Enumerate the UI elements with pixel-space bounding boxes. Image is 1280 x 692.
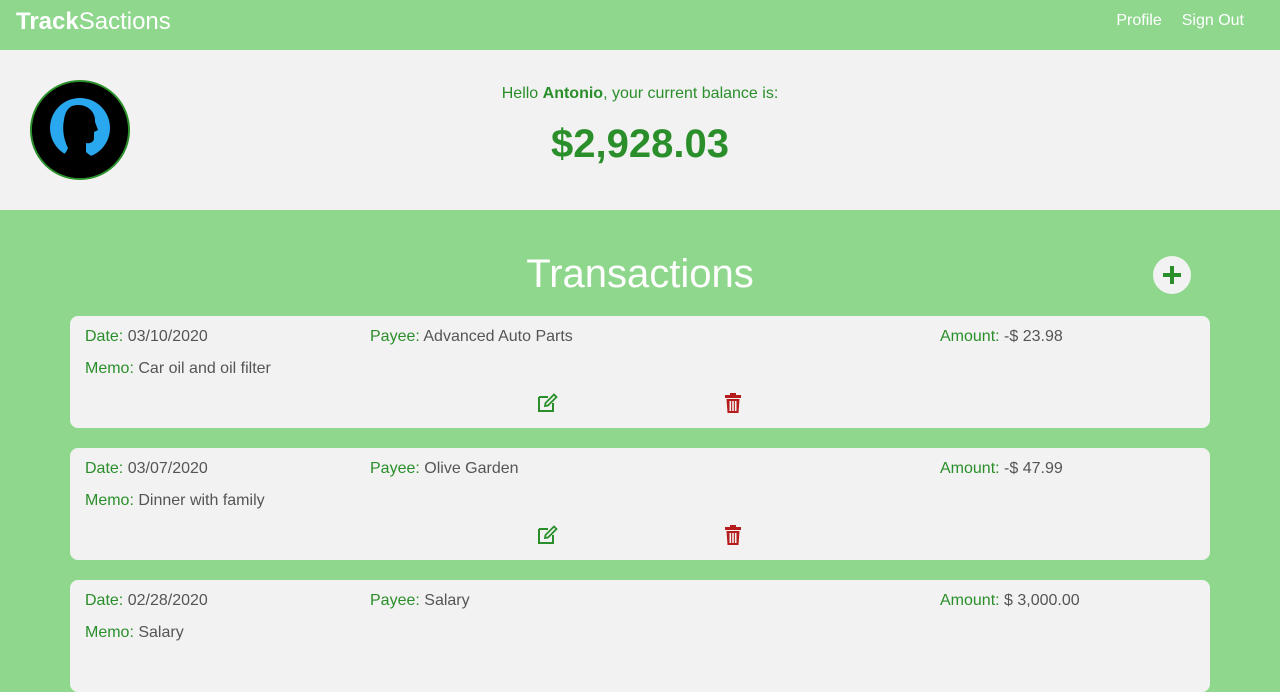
edit-button[interactable] [536, 524, 558, 546]
amount-label: Amount: [940, 460, 1000, 477]
sign-out-link[interactable]: Sign Out [1182, 12, 1244, 30]
payee-label: Payee: [370, 460, 420, 477]
amount-field: Amount: -$ 23.98 [940, 328, 1063, 346]
nav-links: Profile Sign Out [1116, 12, 1244, 30]
trash-icon [725, 393, 741, 413]
edit-icon [538, 525, 558, 544]
transaction-card: Date: 02/28/2020 Payee: Salary Amount: $… [70, 580, 1210, 692]
amount-field: Amount: -$ 47.99 [940, 460, 1063, 478]
brand-logo[interactable]: TrackSactions [16, 8, 171, 36]
balance-amount: $2,928.03 [551, 122, 729, 166]
amount-value: -$ 23.98 [1004, 328, 1063, 345]
memo-value: Dinner with family [138, 492, 265, 509]
payee-label: Payee: [370, 592, 420, 609]
amount-field: Amount: $ 3,000.00 [940, 592, 1080, 610]
edit-button[interactable] [536, 392, 558, 414]
amount-value: -$ 47.99 [1004, 460, 1063, 477]
greeting-suffix: , your current balance is: [603, 85, 779, 102]
amount-label: Amount: [940, 328, 1000, 345]
date-value: 02/28/2020 [127, 592, 208, 609]
date-label: Date: [85, 592, 124, 609]
memo-label: Memo: [85, 360, 134, 377]
account-header: Hello Antonio, your current balance is: … [0, 50, 1280, 210]
date-field: Date: 03/07/2020 [85, 460, 208, 478]
date-label: Date: [85, 328, 124, 345]
memo-value: Car oil and oil filter [138, 360, 271, 377]
amount-label: Amount: [940, 592, 1000, 609]
payee-field: Payee: Advanced Auto Parts [370, 328, 573, 346]
greeting-prefix: Hello [501, 85, 543, 102]
date-label: Date: [85, 460, 124, 477]
memo-label: Memo: [85, 492, 134, 509]
brand-rest: Sactions [78, 8, 171, 35]
date-value: 03/07/2020 [127, 460, 208, 477]
transaction-card: Date: 03/07/2020 Payee: Olive Garden Amo… [70, 448, 1210, 560]
memo-field: Memo: Car oil and oil filter [85, 360, 271, 378]
plus-icon [1163, 266, 1181, 284]
delete-button[interactable] [722, 524, 744, 546]
trash-icon [725, 525, 741, 545]
edit-icon [538, 393, 558, 412]
greeting-text: Hello Antonio, your current balance is: [0, 85, 1280, 103]
delete-button[interactable] [722, 392, 744, 414]
date-field: Date: 03/10/2020 [85, 328, 208, 346]
amount-value: $ 3,000.00 [1004, 592, 1080, 609]
date-value: 03/10/2020 [127, 328, 208, 345]
user-name: Antonio [542, 85, 604, 102]
payee-label: Payee: [370, 328, 420, 345]
memo-field: Memo: Salary [85, 624, 184, 642]
memo-label: Memo: [85, 624, 134, 641]
profile-link[interactable]: Profile [1116, 12, 1161, 30]
date-field: Date: 02/28/2020 [85, 592, 208, 610]
payee-field: Payee: Olive Garden [370, 460, 519, 478]
memo-value: Salary [138, 624, 184, 641]
payee-value: Olive Garden [424, 460, 519, 477]
payee-field: Payee: Salary [370, 592, 470, 610]
navbar: TrackSactions Profile Sign Out [0, 0, 1280, 50]
add-transaction-button[interactable] [1153, 256, 1191, 294]
transaction-card: Date: 03/10/2020 Payee: Advanced Auto Pa… [70, 316, 1210, 428]
payee-value: Advanced Auto Parts [423, 328, 573, 345]
brand-bold: Track [16, 8, 79, 35]
transactions-title: Transactions [526, 252, 754, 296]
payee-value: Salary [424, 592, 470, 609]
memo-field: Memo: Dinner with family [85, 492, 265, 510]
